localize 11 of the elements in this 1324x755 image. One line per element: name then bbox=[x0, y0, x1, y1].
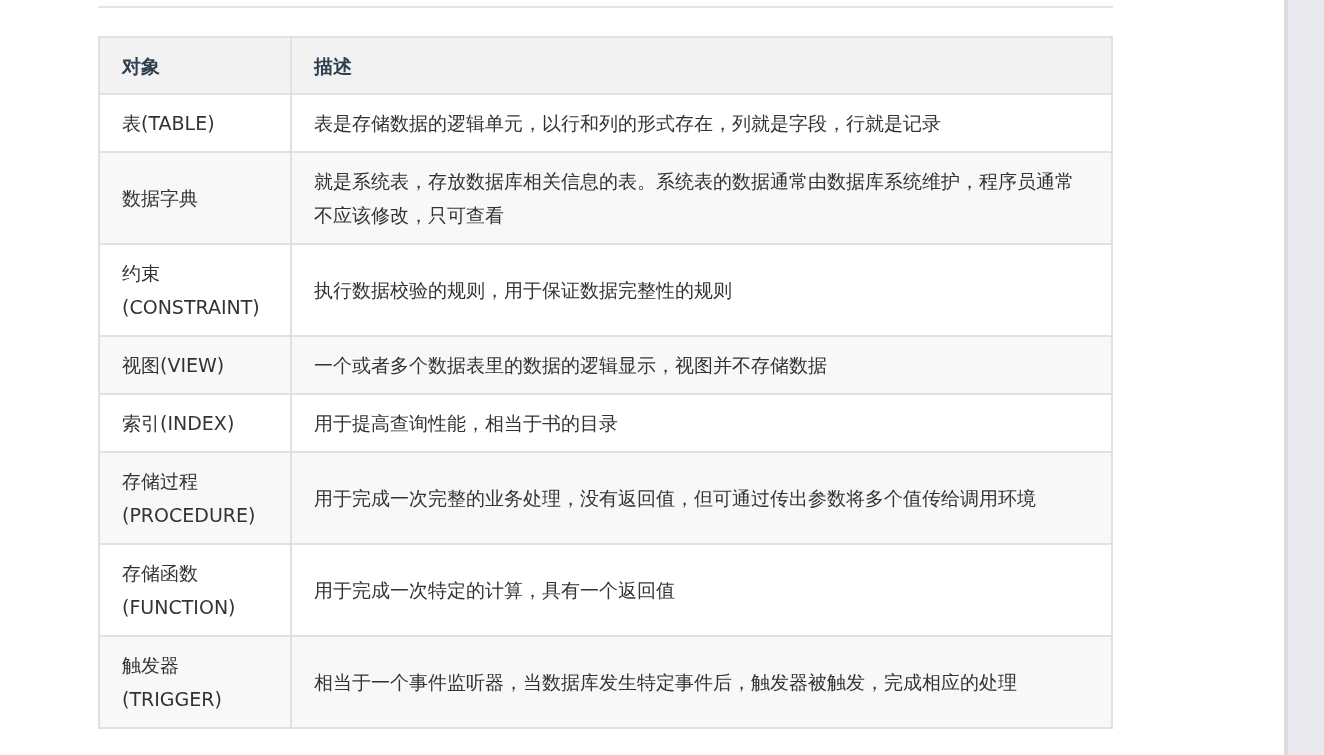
table-cell: 一个或者多个数据表里的数据的逻辑显示，视图并不存储数据 bbox=[291, 336, 1112, 394]
column-header: 对象 bbox=[99, 37, 291, 94]
table-cell: 视图(VIEW) bbox=[99, 336, 291, 394]
table-cell: 用于完成一次完整的业务处理，没有返回值，但可通过传出参数将多个值传给调用环境 bbox=[291, 452, 1112, 544]
scrollbar[interactable] bbox=[1284, 0, 1324, 755]
table-cell: 触发器(TRIGGER) bbox=[99, 636, 291, 728]
table-cell: 就是系统表，存放数据库相关信息的表。系统表的数据通常由数据库系统维护，程序员通常不应该修改，只可查看 bbox=[291, 152, 1112, 244]
table-cell: 存储过程(PROCEDURE) bbox=[99, 452, 291, 544]
table-cell: 数据字典 bbox=[99, 152, 291, 244]
table-cell: 相当于一个事件监听器，当数据库发生特定事件后，触发器被触发，完成相应的处理 bbox=[291, 636, 1112, 728]
column-header: 描述 bbox=[291, 37, 1112, 94]
